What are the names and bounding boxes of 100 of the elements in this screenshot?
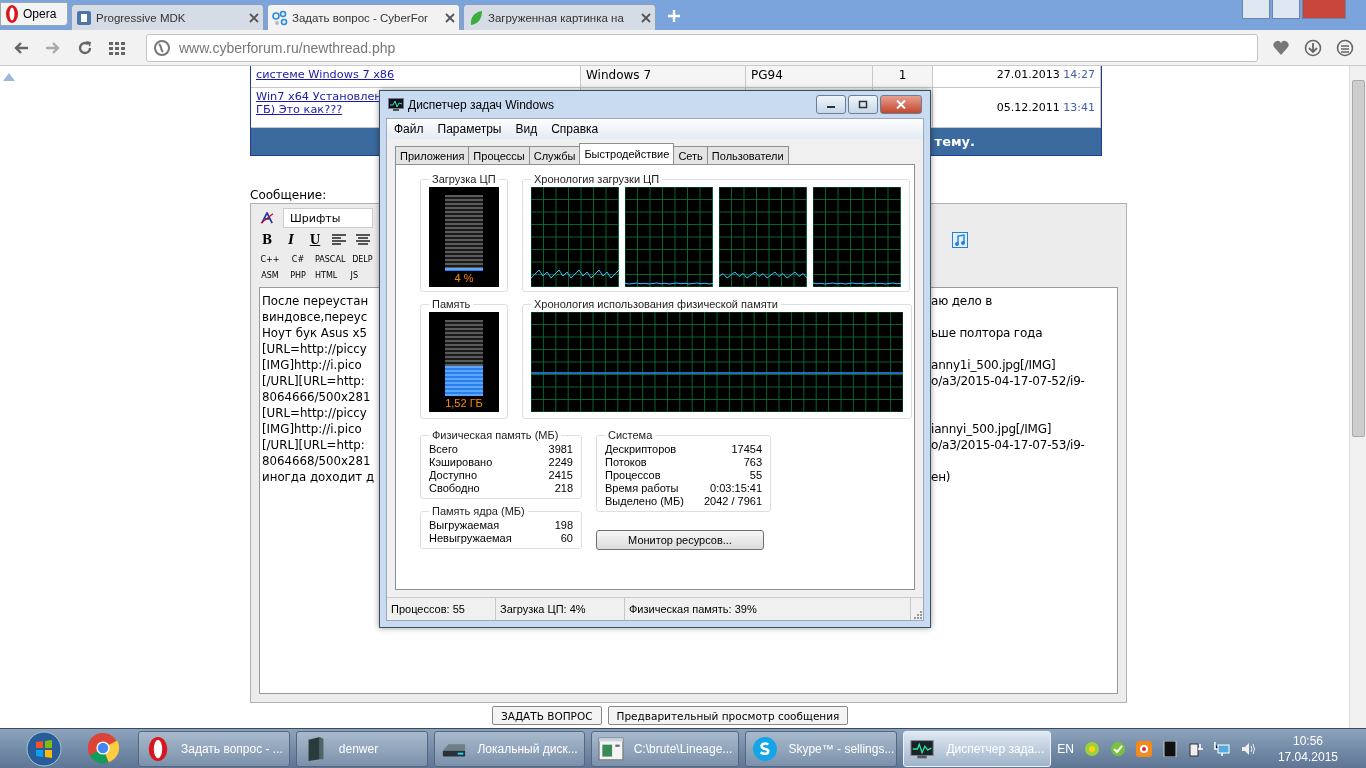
table-cell: PG94 [751, 68, 783, 82]
menu-item[interactable]: Файл [387, 122, 431, 136]
tab-title: Progressive MDK [96, 11, 187, 24]
address-field[interactable]: www.cyberforum.ru/newthread.php [146, 33, 1258, 62]
stat-label: Кэшировано [429, 456, 494, 468]
tab-title: Задать вопрос - CyberFor [292, 11, 429, 24]
font-color-icon[interactable] [259, 212, 275, 224]
code-button[interactable]: DELP [349, 254, 376, 264]
stat-value: 3981 [547, 443, 573, 455]
menu-item[interactable]: Вид [508, 122, 545, 136]
close-icon[interactable] [641, 12, 651, 23]
format-button[interactable]: I [283, 233, 299, 247]
tab[interactable]: Сеть [673, 146, 708, 164]
maximize-button[interactable] [848, 95, 878, 114]
download-icon[interactable] [1304, 38, 1322, 57]
close-button[interactable] [880, 95, 922, 114]
thread-link[interactable]: Win7 x64 Установлен [256, 90, 382, 103]
menu-item[interactable]: Справка [544, 122, 606, 136]
group-caption: Физическая память (МБ) [431, 429, 560, 441]
text-line: [/URL][URL=http: [262, 373, 366, 389]
taskbar-label: denwer [338, 741, 379, 756]
flower-icon[interactable] [1083, 740, 1100, 757]
text-line: 8064668/500x281 [262, 453, 372, 469]
code-button[interactable]: C# [285, 254, 311, 264]
minimize-button[interactable] [816, 95, 846, 114]
menu-item[interactable]: Параметры [430, 122, 509, 136]
resize-grip-icon[interactable] [911, 608, 923, 620]
stat-value: 2249 [547, 456, 573, 468]
stat-value: 763 [742, 456, 763, 468]
scrollbar[interactable] [1349, 66, 1366, 728]
stat-label: Процессов [605, 469, 662, 481]
close-icon[interactable] [445, 12, 455, 23]
ring-logo-icon [5, 4, 19, 24]
tab[interactable]: Приложения [395, 146, 470, 164]
stat-value: 55 [748, 469, 763, 481]
thread-link[interactable]: ГБ) Это как??? [256, 103, 343, 116]
plus-icon[interactable] [667, 9, 681, 23]
text-line: anny1i_500.jpg[/IMG] [931, 357, 1057, 373]
text-line: [IMG]http://i.pico [262, 421, 363, 437]
check-icon[interactable] [1109, 740, 1126, 757]
start-button[interactable] [24, 729, 64, 768]
close-icon [896, 100, 906, 109]
meter-reading: 1,52 ГБ [445, 397, 483, 409]
text-line: После переустан [262, 293, 370, 309]
taskbar-label: C:\brute\Lineage... [633, 741, 733, 756]
align-left-icon[interactable] [331, 234, 347, 246]
code-button[interactable]: HTML [313, 270, 340, 280]
text-line: иногда доходит д [262, 469, 376, 485]
network-icon[interactable] [1213, 740, 1230, 757]
browser-tab[interactable]: Progressive MDK [71, 4, 264, 30]
text-line: Ноут бук Asus x5 [262, 325, 368, 341]
reload-icon[interactable] [76, 38, 94, 57]
browser-tab[interactable]: Загруженная картинка на [463, 4, 656, 30]
table-cell: Windows 7 [586, 68, 651, 82]
tab[interactable]: Пользователи [706, 146, 789, 164]
text-line: [URL=http://piccy [262, 341, 368, 357]
menu-icon[interactable] [1336, 38, 1354, 57]
resource-monitor-button[interactable]: Монитор ресурсов... [596, 530, 764, 550]
stat-label: Всего [429, 443, 459, 455]
text-line: o/a3/2015-04-17-07-53/i9- [931, 437, 1086, 453]
clock-date[interactable]: 17.04.2015 [1277, 748, 1338, 765]
power-plug-icon[interactable] [1187, 740, 1204, 757]
circle-logo-icon[interactable] [1135, 740, 1152, 757]
music-note-icon[interactable] [952, 232, 968, 248]
align-center-icon[interactable] [355, 234, 371, 246]
text-line: ен) [931, 469, 952, 485]
menu-button[interactable]: Opera [0, 2, 68, 26]
taskbar-label: Локальный диск... [477, 741, 578, 756]
text-line: iannyi_500.jpg[/IMG] [931, 421, 1053, 437]
heart-icon[interactable] [1272, 38, 1290, 57]
submit-button[interactable]: Предварительный просмотр сообщения [607, 706, 849, 725]
date-cell: 27.01.2013 14:27 [996, 68, 1095, 81]
tab[interactable]: Службы [528, 146, 581, 164]
monitor-icon [388, 97, 404, 112]
film-icon[interactable] [1161, 740, 1178, 757]
stat-label: Дескрипторов [605, 443, 678, 455]
code-button[interactable]: C++ [257, 254, 283, 264]
tab[interactable]: Процессы [468, 146, 530, 164]
tab[interactable]: Быстродействие [579, 143, 675, 164]
dots-logo-icon [272, 9, 288, 26]
code-button[interactable]: JS [341, 270, 368, 280]
group-caption: Система [607, 429, 654, 441]
date-cell: 05.12.2011 13:41 [996, 101, 1095, 114]
stat-label: Выделено (МБ) [605, 495, 684, 507]
code-button[interactable]: PHP [285, 270, 311, 280]
browser-tab[interactable]: Задать вопрос - CyberFor [267, 4, 460, 30]
thread-link[interactable]: системе Windows 7 x86 [256, 68, 395, 81]
code-button[interactable]: PASCAL [313, 254, 348, 264]
maximize-icon [858, 100, 868, 109]
format-button[interactable]: U [307, 233, 323, 247]
font-select[interactable]: Шрифты [283, 208, 373, 228]
submit-button[interactable]: ЗАДАТЬ ВОПРОС [492, 706, 602, 725]
stat-label: Время работы [605, 482, 680, 494]
format-button[interactable]: B [259, 233, 275, 247]
close-icon[interactable] [249, 12, 259, 23]
stat-value: 0:03:15:41 [709, 482, 763, 494]
meter-reading: 4 % [454, 272, 474, 284]
code-button[interactable]: ASM [257, 270, 283, 280]
text-line: виндовсе,переус [262, 309, 369, 325]
table-cell: 1 [898, 68, 907, 82]
